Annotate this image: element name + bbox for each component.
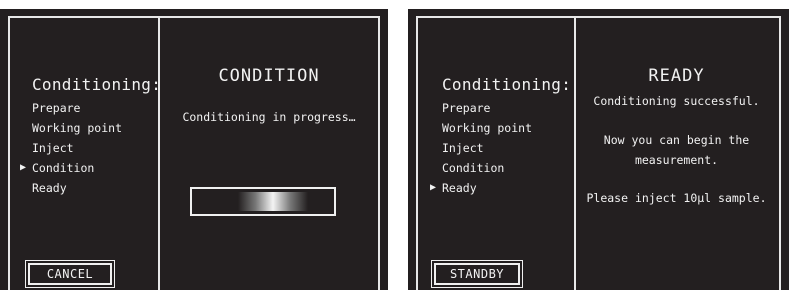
progress-indicator [238, 192, 308, 211]
step-inject: Inject [32, 141, 74, 155]
standby-button[interactable]: STANDBY [431, 260, 523, 288]
menu-title: Conditioning: [32, 75, 162, 94]
current-step-arrow-icon: ▶ [20, 162, 27, 173]
cancel-button[interactable]: CANCEL [25, 260, 115, 288]
conditioning-screen: Conditioning: Prepare Working point Inje… [0, 9, 388, 290]
status-pane: CONDITION Conditioning in progress… [160, 16, 380, 290]
status-text: Conditioning in progress… [182, 110, 356, 124]
step-working-point: Working point [442, 121, 533, 135]
step-ready: ▶ Ready [430, 178, 532, 198]
step-prepare: Prepare [32, 101, 81, 115]
success-text: Conditioning successful. [593, 94, 760, 108]
instruction-text-2: measurement. [634, 153, 719, 167]
page-title: READY [648, 66, 705, 86]
step-menu-pane: Conditioning: Prepare Working point Inje… [416, 16, 576, 290]
step-list: Prepare Working point Inject Condition ▶… [430, 98, 533, 198]
step-condition: ▶ Condition [20, 158, 122, 178]
step-ready: Ready [32, 181, 67, 195]
menu-title: Conditioning: [442, 75, 572, 94]
step-menu-pane: Conditioning: Prepare Working point Inje… [8, 16, 162, 290]
step-prepare: Prepare [442, 101, 491, 115]
step-working-point: Working point [32, 121, 123, 135]
inject-instruction-text: Please inject 10µl sample. [586, 191, 767, 205]
instruction-text-1: Now you can begin the [603, 133, 750, 147]
step-inject: Inject [442, 141, 484, 155]
current-step-arrow-icon: ▶ [430, 182, 437, 193]
progress-bar [190, 187, 336, 216]
page-title: CONDITION [218, 66, 320, 86]
step-list: Prepare Working point Inject ▶ Condition … [20, 98, 123, 198]
ready-screen: Conditioning: Prepare Working point Inje… [408, 9, 789, 290]
step-condition: Condition [442, 161, 505, 175]
status-pane: READY Conditioning successful. Now you c… [574, 16, 781, 290]
